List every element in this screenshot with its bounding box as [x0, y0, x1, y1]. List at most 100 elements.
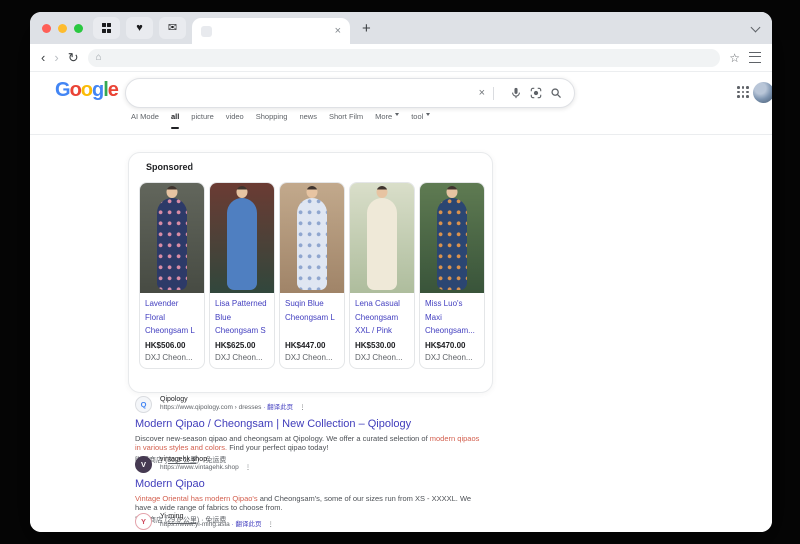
forward-button[interactable]: ›: [54, 51, 58, 64]
kebab-menu-icon[interactable]: ⋮: [268, 521, 275, 528]
dress-shape: [157, 198, 187, 290]
google-logo[interactable]: Google: [55, 79, 119, 102]
result-description: Discover new-season qipao and cheongsam …: [135, 433, 480, 452]
search-icon[interactable]: [550, 87, 562, 99]
pinned-tab-favorites[interactable]: ♥: [126, 17, 153, 39]
divider: [493, 86, 494, 100]
product-image[interactable]: [350, 183, 414, 293]
chevron-down-icon: [426, 113, 431, 118]
reload-button[interactable]: ↻: [68, 51, 79, 64]
logo-letter: g: [92, 79, 104, 101]
product-image[interactable]: [210, 183, 274, 293]
product-merchant: DXJ Cheon...: [215, 353, 263, 362]
product-price: HK$506.00: [145, 341, 186, 350]
translate-link[interactable]: · 翻译此页: [261, 404, 293, 411]
product-image[interactable]: [140, 183, 204, 293]
clear-search-icon[interactable]: ×: [479, 87, 485, 99]
model-figure: [306, 186, 318, 198]
kebab-menu-icon[interactable]: ⋮: [245, 464, 252, 471]
model-figure: [166, 186, 178, 198]
site-name[interactable]: Yi-ming: [160, 513, 495, 521]
back-button[interactable]: ‹: [41, 51, 45, 64]
new-tab-button[interactable]: +: [362, 21, 371, 36]
tab-ai-mode[interactable]: AI Mode: [131, 112, 159, 124]
search-nav-tabs: AI Mode all picture video Shopping news …: [131, 112, 431, 129]
product-card[interactable]: Suqin Blue Cheongsam L HK$447.00 DXJ Che…: [279, 182, 345, 369]
search-input[interactable]: [138, 86, 479, 100]
site-name[interactable]: Qipology: [160, 396, 495, 404]
search-result: Y Yi-ming https://www.yi-ming.asia · 翻译此…: [135, 513, 495, 532]
site-url[interactable]: https://www.qipology.com › dresses · 翻译此…: [160, 404, 495, 413]
tab-shopping[interactable]: Shopping: [256, 112, 288, 124]
dress-shape: [227, 198, 257, 290]
result-title[interactable]: Modern Qipao / Cheongsam | New Collectio…: [135, 418, 495, 431]
tab-tool[interactable]: tool: [411, 112, 431, 124]
logo-letter: G: [55, 79, 71, 101]
dress-shape: [297, 198, 327, 290]
logo-letter: e: [107, 79, 119, 101]
tab-news[interactable]: news: [299, 112, 317, 124]
tab-all[interactable]: all: [170, 112, 180, 129]
heart-icon: ♥: [136, 21, 143, 34]
model-figure: [236, 186, 248, 198]
address-bar[interactable]: ⌂: [87, 48, 721, 67]
product-price: HK$447.00: [285, 341, 326, 350]
product-card[interactable]: Miss Luo's Maxi Cheongsam... HK$470.00 D…: [419, 182, 485, 369]
dress-shape: [437, 198, 467, 290]
google-apps-icon[interactable]: [737, 86, 750, 99]
close-window-button[interactable]: [42, 23, 51, 33]
microphone-icon[interactable]: [510, 87, 522, 99]
search-box[interactable]: ×: [125, 78, 575, 108]
translate-link[interactable]: · 翻译此页: [230, 521, 262, 528]
product-title[interactable]: Suqin Blue Cheongsam L: [285, 297, 339, 338]
logo-letter: o: [69, 79, 82, 101]
mail-icon: ✉: [167, 21, 178, 34]
product-cards: Lavender Floral Cheongsam L HK$506.00 DX…: [139, 182, 485, 369]
pinned-tab-apps[interactable]: [93, 17, 120, 39]
tab-more[interactable]: More: [375, 112, 400, 124]
tab-favicon: [201, 25, 212, 37]
close-tab-icon[interactable]: ×: [335, 25, 341, 37]
product-card[interactable]: Lisa Patterned Blue Cheongsam S HK$625.0…: [209, 182, 275, 369]
product-merchant: DXJ Cheon...: [355, 353, 403, 362]
sponsored-label: Sponsored: [146, 162, 194, 172]
product-title[interactable]: Lena Casual Cheongsam XXL / Pink: [355, 297, 409, 338]
pinned-tab-mail[interactable]: ✉: [159, 17, 186, 39]
tab-short-film[interactable]: Short Film: [329, 112, 363, 124]
model-figure: [446, 186, 458, 198]
browser-window: ♥ ✉ × + ‹ › ↻ ⌂ ☆ Google × AI Mode all p…: [30, 12, 772, 532]
tab-picture[interactable]: picture: [191, 112, 214, 124]
kebab-menu-icon[interactable]: ⋮: [299, 404, 306, 411]
bookmark-star-icon[interactable]: ☆: [729, 51, 740, 65]
profile-avatar[interactable]: [753, 82, 772, 103]
menu-icon[interactable]: [749, 52, 761, 63]
product-price: HK$625.00: [215, 341, 256, 350]
tab-video[interactable]: video: [226, 112, 244, 124]
product-card[interactable]: Lena Casual Cheongsam XXL / Pink HK$530.…: [349, 182, 415, 369]
site-url[interactable]: https://www.yi-ming.asia · 翻译此页 ⋮: [160, 521, 495, 530]
site-favicon: Y: [135, 513, 152, 530]
grid-icon: [101, 23, 112, 33]
product-image[interactable]: [420, 183, 484, 293]
product-title[interactable]: Lisa Patterned Blue Cheongsam S: [215, 297, 269, 338]
product-title[interactable]: Lavender Floral Cheongsam L: [145, 297, 199, 338]
site-favicon: V: [135, 456, 152, 473]
product-image[interactable]: [280, 183, 344, 293]
product-merchant: DXJ Cheon...: [145, 353, 193, 362]
logo-letter: o: [80, 79, 93, 101]
product-price: HK$530.00: [355, 341, 396, 350]
chevron-down-icon[interactable]: [750, 22, 761, 33]
result-title[interactable]: Modern Qipao: [135, 478, 495, 491]
search-results-page: Google × AI Mode all picture video Shopp…: [30, 72, 772, 532]
product-card[interactable]: Lavender Floral Cheongsam L HK$506.00 DX…: [139, 182, 205, 369]
kebab-menu-icon[interactable]: ⋮: [187, 161, 196, 172]
google-lens-icon[interactable]: [530, 87, 542, 99]
site-name[interactable]: vintagehk.shop: [160, 456, 495, 464]
site-url[interactable]: https://www.vintagehk.shop ⋮: [160, 464, 495, 473]
tab-strip: ♥ ✉ × +: [30, 12, 772, 44]
product-title[interactable]: Miss Luo's Maxi Cheongsam...: [425, 297, 479, 338]
active-tab[interactable]: ×: [192, 18, 350, 44]
zoom-window-button[interactable]: [74, 23, 83, 33]
result-description: Vintage Oriental has modern Qipao's and …: [135, 493, 472, 512]
minimize-window-button[interactable]: [58, 23, 67, 33]
